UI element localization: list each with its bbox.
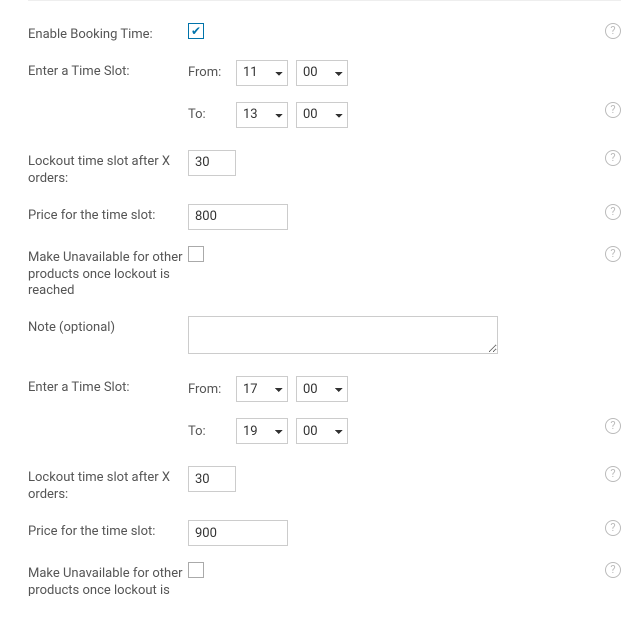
slot1-lockout-input[interactable] <box>188 150 236 176</box>
slot1-price-input[interactable] <box>188 204 288 230</box>
enable-booking-checkbox[interactable] <box>188 23 204 39</box>
slot1-from-hour-select[interactable]: 11 <box>236 60 288 86</box>
slot1-from-min-select[interactable]: 00 <box>296 60 348 86</box>
to-label: To: <box>188 107 228 122</box>
help-icon[interactable]: ? <box>605 466 621 482</box>
slot2-to-hour-select[interactable]: 19 <box>236 418 288 444</box>
help-icon[interactable]: ? <box>605 150 621 166</box>
slot2-lockout-input[interactable] <box>188 466 236 492</box>
slot2-make-unavail-checkbox[interactable] <box>188 562 204 578</box>
slot2-price-input[interactable] <box>188 520 288 546</box>
help-icon[interactable]: ? <box>605 520 621 536</box>
timeslot-label: Enter a Time Slot: <box>28 376 188 397</box>
help-icon[interactable]: ? <box>605 562 621 578</box>
slot1-note-textarea[interactable] <box>188 316 498 354</box>
make-unavail-label: Make Unavailable for other products once… <box>28 246 188 301</box>
slot2-from-min-select[interactable]: 00 <box>296 376 348 402</box>
from-label: From: <box>188 382 228 397</box>
help-icon[interactable]: ? <box>605 102 621 118</box>
timeslot-label: Enter a Time Slot: <box>28 60 188 81</box>
help-icon[interactable]: ? <box>605 23 621 39</box>
help-icon[interactable]: ? <box>605 204 621 220</box>
enable-booking-label: Enable Booking Time: <box>28 23 188 44</box>
from-label: From: <box>188 65 228 80</box>
slot2-to-min-select[interactable]: 00 <box>296 418 348 444</box>
slot1-to-min-select[interactable]: 00 <box>296 102 348 128</box>
price-label: Price for the time slot: <box>28 204 188 225</box>
price-label: Price for the time slot: <box>28 520 188 541</box>
slot1-to-hour-select[interactable]: 13 <box>236 102 288 128</box>
lockout-label: Lockout time slot after X orders: <box>28 466 188 504</box>
lockout-label: Lockout time slot after X orders: <box>28 150 188 188</box>
make-unavail-label: Make Unavailable for other products once… <box>28 562 188 596</box>
slot2-from-hour-select[interactable]: 17 <box>236 376 288 402</box>
to-label: To: <box>188 424 228 439</box>
note-label: Note (optional) <box>28 316 188 337</box>
help-icon[interactable]: ? <box>605 246 621 262</box>
slot1-make-unavail-checkbox[interactable] <box>188 246 204 262</box>
help-icon[interactable]: ? <box>605 418 621 434</box>
